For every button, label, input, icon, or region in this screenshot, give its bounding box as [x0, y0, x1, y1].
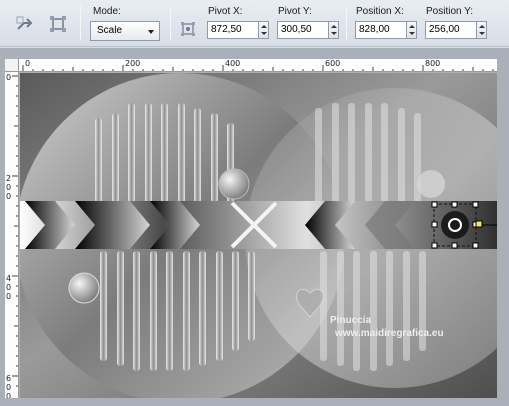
- mode-value: Scale: [97, 25, 123, 36]
- ruler-horizontal[interactable]: 0 200 400 600 800: [19, 59, 497, 72]
- position-x-input[interactable]: 828,00: [355, 21, 407, 39]
- mode-label: Mode:: [93, 6, 121, 17]
- ruler-label: 0: [25, 59, 31, 68]
- ruler-label: 2: [6, 174, 12, 183]
- pivot-y-label: Pivot Y:: [278, 6, 312, 17]
- chevron-down-icon: [148, 30, 154, 34]
- app-window: Mode: Scale Pivot X: 872,50 Pivot Y: 300…: [0, 0, 509, 406]
- pivot-icon[interactable]: [177, 18, 199, 40]
- ruler-corner: [5, 59, 19, 72]
- ruler-label: 0: [6, 292, 12, 301]
- position-x-spinner[interactable]: [407, 21, 417, 39]
- image-canvas[interactable]: Pinuccia www.maidiregrafica.eu: [20, 73, 497, 398]
- ruler-label: 0: [6, 183, 12, 192]
- ruler-label: 4: [6, 274, 12, 283]
- ruler-label: 6: [6, 374, 12, 383]
- toolbar-divider: [170, 6, 171, 40]
- position-y-spinner[interactable]: [477, 21, 487, 39]
- position-y-input[interactable]: 256,00: [425, 21, 477, 39]
- ruler-vertical[interactable]: 0 2 0 0 4 0 0 6 0 0: [5, 72, 19, 398]
- position-x-label: Position X:: [356, 6, 404, 17]
- pivot-x-input[interactable]: 872,50: [207, 21, 259, 39]
- watermark-name: Pinuccia: [330, 315, 372, 326]
- canvas-artwork: Pinuccia www.maidiregrafica.eu: [20, 73, 497, 398]
- ruler-label: 600: [325, 59, 341, 68]
- ruler-label: 0: [6, 283, 12, 292]
- ruler-label: 400: [225, 59, 241, 68]
- ruler-label: 0: [6, 73, 12, 82]
- watermark-url: www.maidiregrafica.eu: [334, 328, 444, 339]
- toolbar-divider: [346, 6, 347, 40]
- position-y-label: Position Y:: [426, 6, 474, 17]
- reset-icon[interactable]: [14, 13, 36, 35]
- ruler-label: 800: [425, 59, 441, 68]
- ruler-label: 200: [125, 59, 141, 68]
- pivot-x-label: Pivot X:: [208, 6, 243, 17]
- transform-icon[interactable]: [47, 13, 69, 35]
- mode-dropdown[interactable]: Scale: [90, 21, 160, 41]
- ruler-label: 0: [6, 383, 12, 392]
- toolbar-divider: [80, 6, 81, 40]
- ruler-label: 0: [6, 392, 12, 398]
- pivot-x-spinner[interactable]: [259, 21, 269, 39]
- pivot-y-input[interactable]: 300,50: [277, 21, 329, 39]
- tool-options-bar: Mode: Scale Pivot X: 872,50 Pivot Y: 300…: [0, 0, 509, 47]
- ruler-label: 0: [6, 192, 12, 201]
- pivot-y-spinner[interactable]: [329, 21, 339, 39]
